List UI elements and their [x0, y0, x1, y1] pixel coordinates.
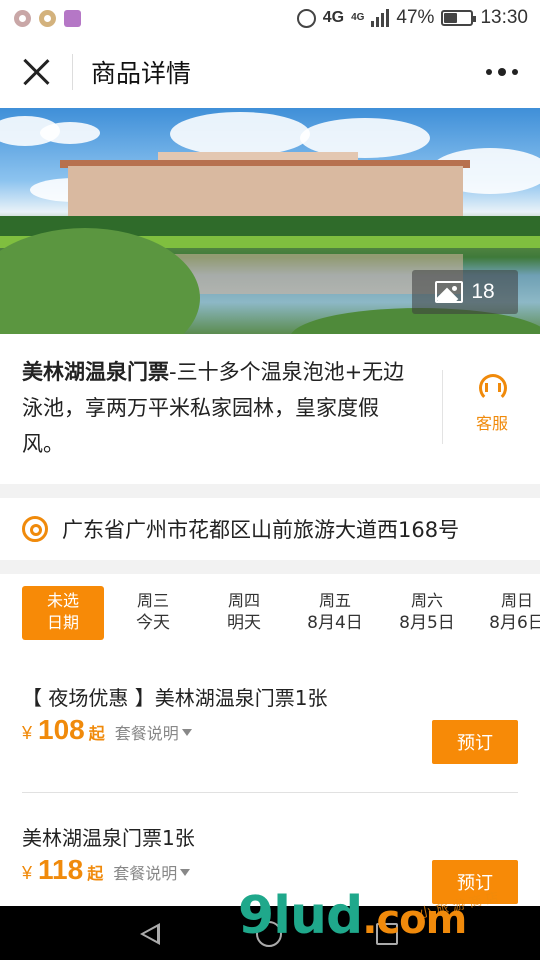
- cloud-shape: [170, 112, 310, 156]
- cloud-shape: [40, 122, 100, 144]
- package-name: 美林湖温泉门票1张: [22, 826, 195, 850]
- photo-count-badge[interactable]: 18: [412, 270, 518, 314]
- date-tab-aug-4[interactable]: 周五 8月4日: [294, 586, 376, 640]
- system-nav-bar: [0, 906, 540, 960]
- date-tab-today[interactable]: 周三 今天: [112, 586, 194, 640]
- package-name: 【 夜场优惠 】美林湖温泉门票1张: [22, 686, 328, 710]
- app-notification-icon: [14, 9, 31, 27]
- currency-symbol: ¥: [22, 863, 33, 883]
- gallery-icon: [435, 281, 464, 303]
- signal-icon: [371, 9, 390, 27]
- recents-icon[interactable]: [376, 923, 398, 945]
- network-type: 4G: [322, 9, 345, 26]
- price-value: 108: [38, 714, 85, 745]
- caret-down-icon: [180, 868, 191, 876]
- date-tab-top: 周六: [410, 591, 443, 610]
- product-hero-image[interactable]: 18: [0, 108, 540, 334]
- price-value: 118: [38, 854, 84, 885]
- close-icon[interactable]: [22, 58, 50, 86]
- date-tab-bottom: 明天: [227, 613, 261, 633]
- header-divider: [72, 54, 73, 90]
- date-tab-bottom: 8月6日: [489, 613, 540, 633]
- customer-service-button[interactable]: 客服: [466, 372, 518, 434]
- page-title: 商品详情: [91, 59, 192, 88]
- product-title: 美林湖温泉门票-三十多个温泉泡池+无边泳池，享两万平米私家园林，皇家度假风。: [22, 354, 412, 462]
- headset-icon: [476, 372, 508, 402]
- date-tab-top: 未选: [46, 591, 79, 610]
- package-item: 【 夜场优惠 】美林湖温泉门票1张 ¥ 108 起 套餐说明 预订: [0, 654, 540, 793]
- divider: [442, 370, 443, 444]
- image-notification-icon: [64, 9, 81, 27]
- package-details-toggle[interactable]: 套餐说明: [113, 860, 191, 884]
- package-details-label: 套餐说明: [113, 864, 178, 883]
- price-suffix: 起: [88, 724, 105, 743]
- date-tab-aug-6[interactable]: 周日 8月6日: [476, 586, 540, 640]
- date-tab-top: 周日: [500, 591, 533, 610]
- date-tab-tomorrow[interactable]: 周四 明天: [203, 586, 285, 640]
- package-details-toggle[interactable]: 套餐说明: [115, 720, 192, 744]
- battery-icon: [441, 10, 477, 26]
- date-tab-bottom: 8月4日: [307, 613, 363, 633]
- battery-percent: 47%: [396, 7, 435, 28]
- date-selector: 未选 日期 周三 今天 周四 明天 周五 8月4日 周六 8月5日 周日 8月6…: [0, 574, 540, 654]
- system-status: 4G 4G 47% 13:30: [296, 7, 528, 29]
- network-type-small: 4G: [351, 12, 365, 23]
- more-options-icon[interactable]: [486, 68, 518, 76]
- product-title-section: 美林湖温泉门票-三十多个温泉泡池+无边泳池，享两万平米私家园林，皇家度假风。 客…: [0, 334, 540, 484]
- customer-service-label: 客服: [475, 414, 508, 433]
- location-pin-icon: [22, 516, 48, 542]
- home-icon[interactable]: [256, 921, 282, 947]
- date-tab-top: 周五: [318, 591, 351, 610]
- date-tab-top: 周四: [227, 591, 260, 610]
- price-suffix: 起: [87, 864, 104, 883]
- package-price: ¥ 108 起 套餐说明: [22, 714, 192, 746]
- notification-icons: [14, 9, 81, 27]
- back-icon[interactable]: [140, 923, 160, 945]
- date-tab-unselected[interactable]: 未选 日期: [22, 586, 104, 640]
- photo-count: 18: [471, 280, 495, 303]
- address-row[interactable]: 广东省广州市花都区山前旅游大道西168号: [0, 498, 540, 560]
- app-page: 4G 4G 47% 13:30 商品详情 18 美林湖温泉门票-三十多个温泉泡池…: [0, 0, 540, 960]
- date-tab-bottom: 日期: [46, 613, 79, 632]
- book-button[interactable]: 预订: [432, 720, 518, 764]
- battery-level: [444, 13, 457, 23]
- clock: 13:30: [480, 7, 528, 28]
- package-list: 【 夜场优惠 】美林湖温泉门票1张 ¥ 108 起 套餐说明 预订 美林湖温泉门…: [0, 654, 540, 906]
- product-name: 美林湖温泉门票: [22, 360, 169, 384]
- currency-symbol: ¥: [22, 723, 33, 743]
- date-tab-bottom: 今天: [136, 613, 170, 633]
- divider: [22, 792, 518, 793]
- date-tab-top: 周三: [136, 591, 169, 610]
- address-text: 广东省广州市花都区山前旅游大道西168号: [62, 518, 460, 542]
- date-tab-bottom: 8月5日: [399, 613, 455, 633]
- date-tab-aug-5[interactable]: 周六 8月5日: [386, 586, 468, 640]
- caret-down-icon: [181, 728, 192, 736]
- alarm-icon: [296, 8, 316, 28]
- app-notification-icon: [39, 9, 56, 27]
- package-details-label: 套餐说明: [114, 724, 179, 743]
- package-price: ¥ 118 起 套餐说明: [22, 854, 191, 886]
- status-bar: 4G 4G 47% 13:30: [0, 0, 540, 36]
- title-bar: 商品详情: [0, 36, 540, 108]
